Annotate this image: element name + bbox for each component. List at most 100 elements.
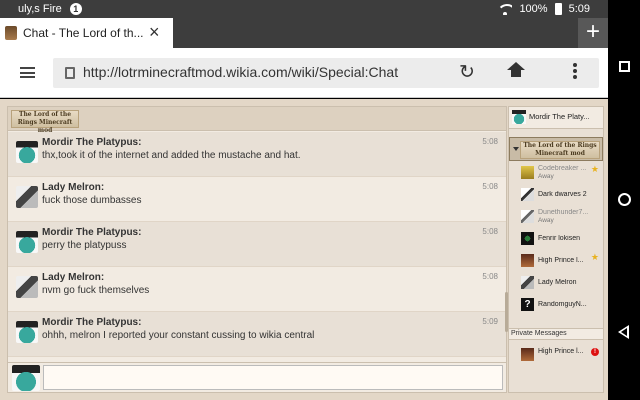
message-timestamp: 5:08 [482,227,498,236]
browser-tab[interactable]: Chat - The Lord of th... × [0,18,173,48]
close-tab-icon[interactable]: × [149,23,163,41]
tab-title: Chat - The Lord of th... [23,26,143,40]
back-icon[interactable] [618,325,629,339]
avatar [512,110,526,124]
user-status: Away [538,173,554,180]
avatar [521,166,534,179]
reload-icon[interactable]: ↻ [457,63,477,83]
user-list-item[interactable]: Lady Melron [509,272,603,294]
chat-message: Mordir The Platypus: perry the platypuss 5… [8,222,506,267]
chat-message: Lady Melron: fuck those dumbasses 5:08 [8,177,506,222]
page-info-icon[interactable] [65,67,75,79]
address-bar[interactable]: http://lotrminecraftmod.wikia.com/wiki/S… [53,58,599,88]
url-text[interactable]: http://lotrminecraftmod.wikia.com/wiki/S… [83,64,398,80]
avatar [521,348,534,361]
self-user[interactable]: Mordir The Platy... [509,107,603,129]
chat-window: The Lord of the Rings Minecraft mod Mord… [7,106,508,393]
private-messages-header: Private Messages [509,328,603,340]
status-bar: uly,s Fire 1 100% 5:09 [0,0,608,18]
message-text: perry the platypuss [42,240,127,251]
username: Codebreaker ... [538,165,587,172]
clock: 5:09 [568,3,590,15]
carrier-label: uly,s Fire [18,3,62,15]
message-author[interactable]: Lady Melron: [42,272,104,283]
user-list-item[interactable]: Fenrir lokisen [509,228,603,250]
favicon-icon [5,26,17,40]
chat-message-input[interactable] [43,365,503,390]
wifi-icon [498,3,513,15]
avatar [521,210,534,223]
wiki-logo[interactable]: The Lord of the Rings Minecraft mod [11,110,79,134]
message-timestamp: 5:08 [482,137,498,146]
message-timestamp: 5:08 [482,182,498,191]
avatar [521,188,534,201]
chat-header: The Lord of the Rings Minecraft mod [8,107,506,134]
bookmark-icon[interactable] [537,63,557,83]
user-list-item[interactable]: ? RandomguyN... [509,294,603,316]
user-status: Away [538,217,554,224]
room-header[interactable]: The Lord of the Rings Minecraft mod [509,137,603,161]
username: Lady Melron [538,279,577,286]
tab-bar: Chat - The Lord of th... × + [0,18,608,48]
message-text: nvm go fuck themselves [42,285,150,296]
user-list-item[interactable]: Dark dwarves 2 [509,184,603,206]
avatar [521,254,534,267]
chat-sidebar: Mordir The Platy... The Lord of the Ring… [508,106,604,393]
private-message-user[interactable]: High Prince l... ! [509,344,603,366]
message-timestamp: 5:09 [482,317,498,326]
browser-toolbar: http://lotrminecraftmod.wikia.com/wiki/S… [0,48,608,98]
avatar: ? [521,298,534,311]
message-author[interactable]: Mordir The Platypus: [42,227,141,238]
avatar[interactable] [16,231,38,253]
pm-username: High Prince l... [538,348,584,355]
avatar[interactable] [16,321,38,343]
avatar[interactable] [16,276,38,298]
battery-icon [554,3,562,15]
message-text: ohhh, melron I reported your constant cu… [42,330,315,341]
username: Dark dwarves 2 [538,191,587,198]
avatar[interactable] [16,186,38,208]
room-logo: The Lord of the Rings Minecraft mod [520,141,600,159]
username: Dunethunder7... [538,209,589,216]
message-timestamp: 5:08 [482,272,498,281]
battery-percent: 100% [519,3,548,15]
avatar [521,276,534,289]
notification-count-badge: 1 [69,3,82,15]
message-author[interactable]: Lady Melron: [42,182,104,193]
avatar [521,232,534,245]
chat-message: Mordir The Platypus: thx,took it of the i… [8,132,506,177]
page-content: The Lord of the Rings Minecraft mod Mord… [0,99,608,400]
unread-badge: ! [591,348,599,356]
menu-icon[interactable] [20,67,35,78]
avatar[interactable] [16,141,38,163]
user-list-item[interactable]: Codebreaker ... Away ★ [509,162,603,184]
overflow-menu-icon[interactable] [573,63,593,83]
chevron-down-icon[interactable] [513,147,519,151]
message-author[interactable]: Mordir The Platypus: [42,317,141,328]
username: Fenrir lokisen [538,235,581,242]
status-left: uly,s Fire 1 [18,3,82,15]
chat-message: Lady Melron: nvm go fuck themselves 5:08 [8,267,506,312]
user-list: Codebreaker ... Away ★ Dark dwarves 2 Duneth… [509,162,603,316]
chat-message: Mordir The Platypus: ohhh, melron I repor… [8,312,506,357]
system-nav-bar [608,0,640,400]
message-list[interactable]: Mordir The Platypus: thx,took it of the i… [8,132,506,360]
home-icon[interactable] [499,63,519,83]
user-list-item[interactable]: Dunethunder7... Away [509,206,603,228]
user-list-item[interactable]: High Prince l... ★ [509,250,603,272]
self-username: Mordir The Platy... [529,112,590,121]
username: High Prince l... [538,257,584,264]
username: RandomguyN... [538,301,587,308]
message-author[interactable]: Mordir The Platypus: [42,137,141,148]
self-avatar [12,365,40,391]
chat-input-row [8,362,506,392]
status-right: 100% 5:09 [498,3,590,15]
star-icon: ★ [590,252,599,262]
message-text: fuck those dumbasses [42,195,142,206]
recents-icon[interactable] [619,61,630,72]
home-nav-icon[interactable] [618,193,631,206]
new-tab-button[interactable]: + [578,18,608,48]
star-icon: ★ [590,164,599,174]
message-text: thx,took it of the internet and added th… [42,150,301,161]
device-screen: uly,s Fire 1 100% 5:09 Chat - The Lord o… [0,0,640,400]
